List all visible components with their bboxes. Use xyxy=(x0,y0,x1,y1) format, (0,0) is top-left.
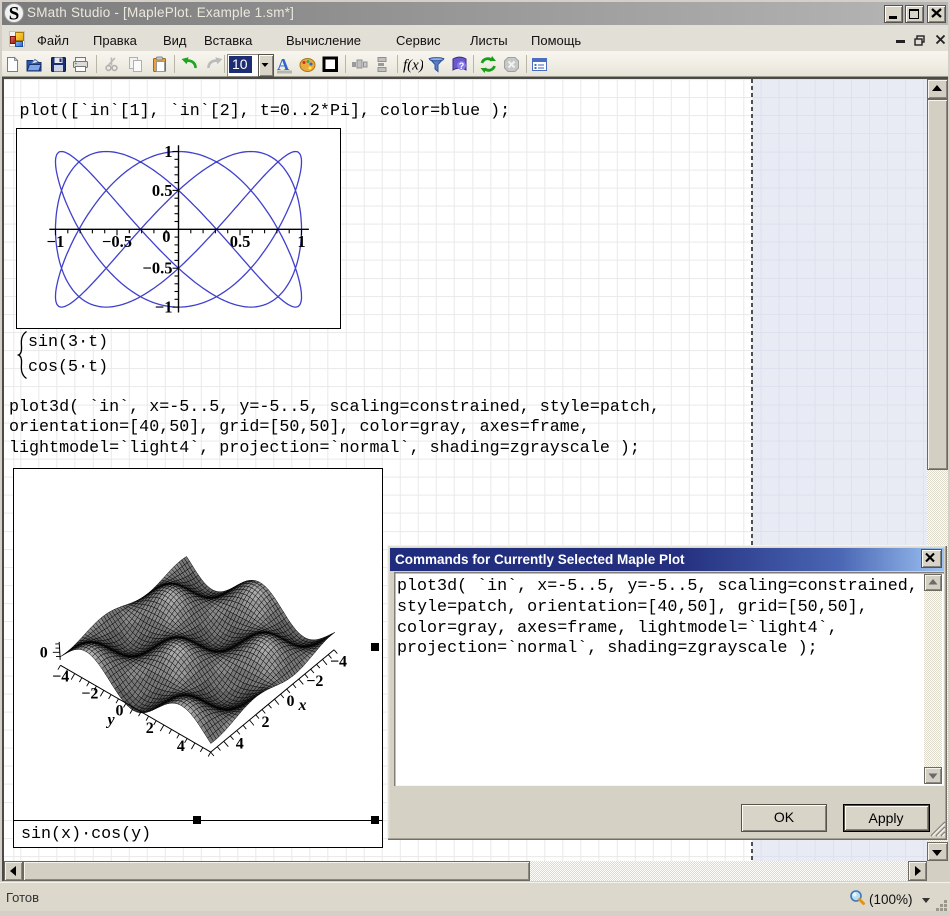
svg-text:4: 4 xyxy=(236,735,244,752)
svg-text:2: 2 xyxy=(146,720,154,737)
svg-text:0.5: 0.5 xyxy=(230,232,251,251)
svg-text:S: S xyxy=(9,4,20,24)
svg-text:0: 0 xyxy=(116,702,124,719)
svg-text:−2: −2 xyxy=(81,685,98,702)
svg-text:−1: −1 xyxy=(155,298,173,317)
svg-text:0: 0 xyxy=(40,644,48,661)
svg-text:0.5: 0.5 xyxy=(152,181,173,200)
svg-text:y: y xyxy=(106,711,116,728)
svg-text:2: 2 xyxy=(262,714,270,731)
svg-text:f(x): f(x) xyxy=(403,58,423,74)
svg-text:−2: −2 xyxy=(306,673,323,690)
svg-text:0: 0 xyxy=(162,227,170,246)
svg-text:1: 1 xyxy=(164,142,172,161)
svg-text:−0.5: −0.5 xyxy=(102,232,132,251)
svg-text:4: 4 xyxy=(177,738,185,755)
svg-text:−0.5: −0.5 xyxy=(142,259,172,278)
svg-text:−4: −4 xyxy=(52,668,69,685)
svg-text:−1: −1 xyxy=(47,232,65,251)
svg-text:0: 0 xyxy=(287,693,295,710)
svg-text:x: x xyxy=(298,697,307,714)
svg-text:1: 1 xyxy=(297,232,305,251)
svg-text:−4: −4 xyxy=(330,653,347,670)
svg-text:?: ? xyxy=(459,61,465,71)
